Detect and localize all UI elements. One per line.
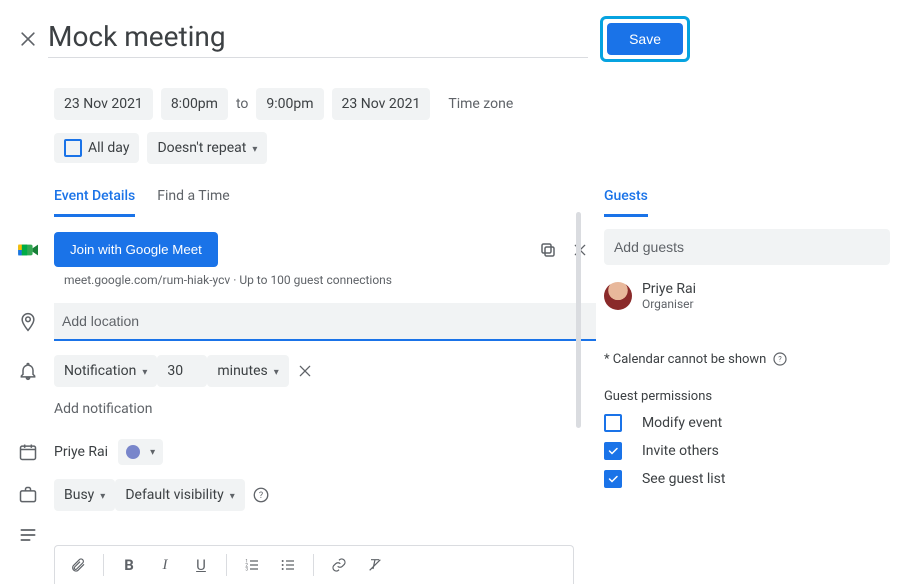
svg-text:?: ? <box>779 355 783 364</box>
clear-format-icon[interactable] <box>358 550 392 580</box>
briefcase-icon <box>18 485 54 505</box>
start-date[interactable]: 23 Nov 2021 <box>54 88 153 120</box>
organiser-name: Priye Rai <box>642 281 696 297</box>
end-date[interactable]: 23 Nov 2021 <box>332 88 431 120</box>
end-time[interactable]: 9:00pm <box>256 88 323 120</box>
notification-value[interactable]: 30 <box>157 355 207 387</box>
copy-icon[interactable] <box>532 234 564 266</box>
location-input[interactable] <box>54 303 596 341</box>
svg-text:3: 3 <box>245 566 248 572</box>
meet-icon <box>18 241 54 259</box>
description-icon <box>18 525 54 545</box>
all-day-toggle[interactable]: All day <box>54 133 139 163</box>
recurrence-select[interactable]: Doesn't repeat <box>147 132 267 164</box>
save-button[interactable]: Save <box>607 23 683 55</box>
location-icon <box>18 312 54 332</box>
perm-seelist-label: See guest list <box>642 471 726 487</box>
tab-guests[interactable]: Guests <box>604 188 648 217</box>
bullet-list-icon[interactable] <box>271 550 305 580</box>
save-highlight: Save <box>600 16 690 62</box>
checkbox-see-guest-list[interactable] <box>604 470 622 488</box>
perm-invite-label: Invite others <box>642 443 719 459</box>
add-guests-input[interactable] <box>604 229 890 265</box>
tab-find-a-time[interactable]: Find a Time <box>157 188 230 217</box>
meet-link: meet.google.com/rum-hiak-ycv <box>64 273 230 287</box>
underline-icon[interactable]: U <box>184 550 218 580</box>
bell-icon <box>18 361 54 381</box>
tab-event-details[interactable]: Event Details <box>54 188 135 217</box>
avatar <box>604 282 632 310</box>
calendar-icon <box>18 442 54 462</box>
help-icon[interactable]: ? <box>772 351 788 367</box>
bold-icon[interactable]: B <box>112 550 146 580</box>
help-icon[interactable]: ? <box>245 479 277 511</box>
italic-icon[interactable]: I <box>148 550 182 580</box>
join-meet-button[interactable]: Join with Google Meet <box>54 232 218 267</box>
checkbox-empty-icon <box>64 139 82 157</box>
remove-notification-icon[interactable] <box>289 355 321 387</box>
notification-unit-select[interactable]: minutes <box>207 355 288 387</box>
meet-sep: · <box>230 273 239 287</box>
visibility-select[interactable]: Default visibility <box>115 479 244 511</box>
timezone-link[interactable]: Time zone <box>448 96 513 112</box>
calendar-color-select[interactable] <box>118 439 163 465</box>
link-icon[interactable] <box>322 550 356 580</box>
guest-permissions-title: Guest permissions <box>604 389 890 404</box>
color-dot-icon <box>126 445 140 459</box>
organiser-role: Organiser <box>642 297 696 311</box>
perm-modify-label: Modify event <box>642 415 722 431</box>
close-icon[interactable] <box>18 29 42 49</box>
calendar-owner: Priye Rai <box>54 444 108 460</box>
scrollbar[interactable] <box>576 212 581 428</box>
start-time[interactable]: 8:00pm <box>161 88 228 120</box>
attach-icon[interactable] <box>61 550 95 580</box>
checkbox-invite-others[interactable] <box>604 442 622 460</box>
description-toolbar: B I U 123 <box>54 545 574 584</box>
checkbox-modify-event[interactable] <box>604 414 622 432</box>
availability-select[interactable]: Busy <box>54 479 115 511</box>
meet-capacity: Up to 100 guest connections <box>239 273 392 287</box>
all-day-label: All day <box>88 140 129 156</box>
svg-text:?: ? <box>259 491 263 501</box>
notification-type-select[interactable]: Notification <box>54 355 157 387</box>
numbered-list-icon[interactable]: 123 <box>235 550 269 580</box>
add-notification-link[interactable]: Add notification <box>54 401 596 417</box>
event-title[interactable]: Mock meeting <box>48 20 588 58</box>
to-label: to <box>236 96 248 112</box>
calendar-warning: * Calendar cannot be shown <box>604 352 766 367</box>
